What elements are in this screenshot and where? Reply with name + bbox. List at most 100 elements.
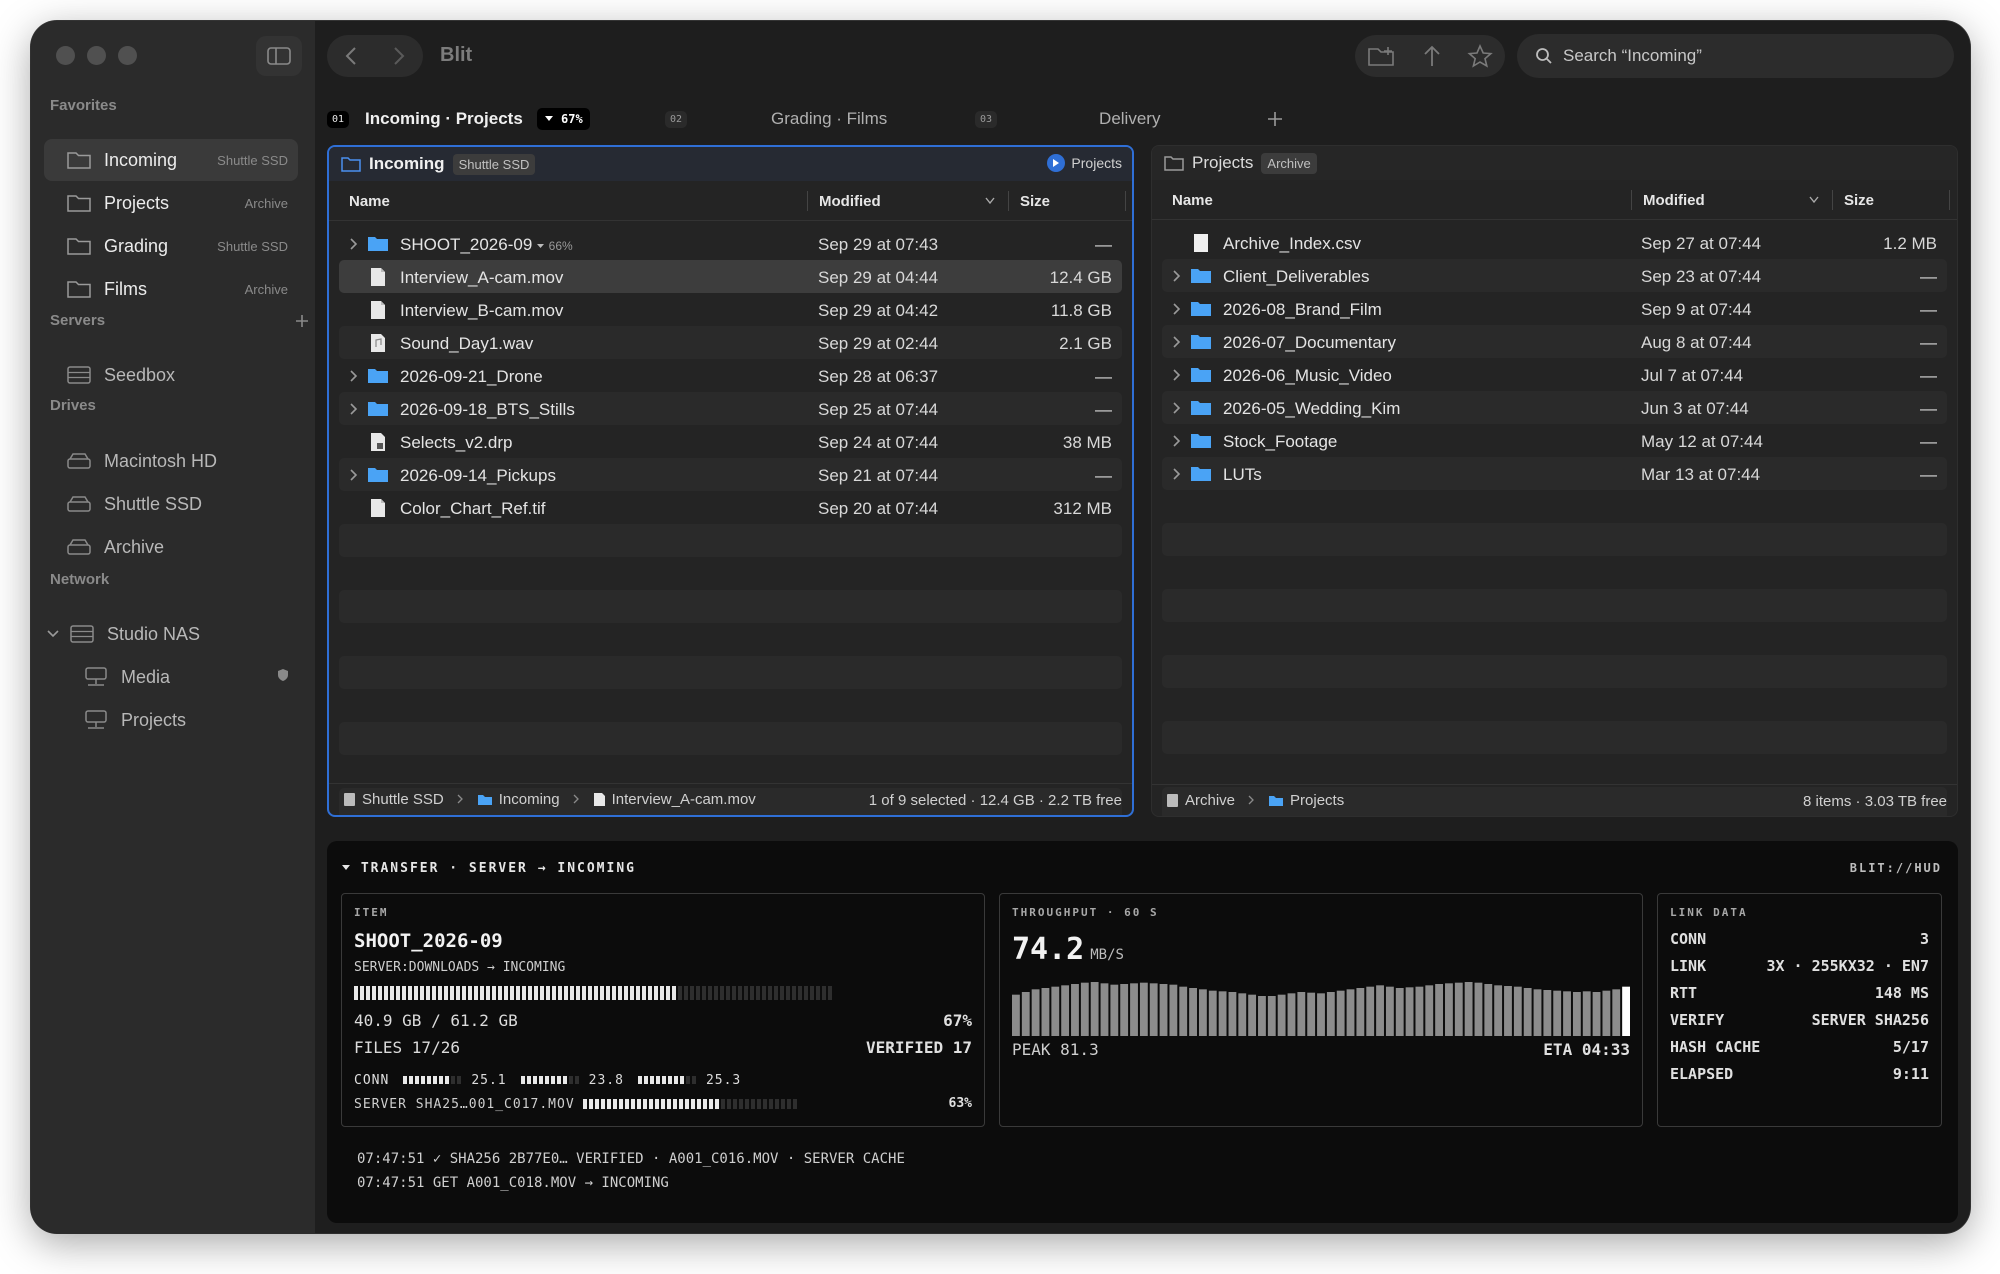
linked-pane-badge[interactable]: Projects	[1047, 154, 1122, 172]
star-icon[interactable]	[1467, 44, 1493, 68]
sidebar-toggle-button[interactable]	[256, 36, 302, 76]
table-row[interactable]: 2026-09-21_Drone Sep 28 at 06:37 —	[339, 359, 1122, 392]
current-file-strip: SERVER SHA25…001_C017.MOV	[354, 1096, 797, 1112]
table-row[interactable]: Stock_Footage May 12 at 07:44 —	[1162, 424, 1947, 457]
table-row[interactable]: 2026-09-14_Pickups Sep 21 at 07:44 —	[339, 458, 1122, 491]
table-row[interactable]: LUTs Mar 13 at 07:44 —	[1162, 457, 1947, 490]
table-row[interactable]: 2026-08_Brand_Film Sep 9 at 07:44 —	[1162, 292, 1947, 325]
column-modified[interactable]: Modified	[819, 193, 881, 210]
table-row[interactable]: Interview_A-cam.mov Sep 29 at 04:44 12.4 G…	[339, 260, 1122, 293]
breadcrumb-item[interactable]: Archive	[1166, 792, 1235, 809]
minimize-window-button[interactable]	[87, 46, 106, 65]
chevron-right-icon[interactable]	[349, 401, 359, 421]
chevron-right-icon[interactable]	[1172, 301, 1182, 321]
sidebar-item-incoming[interactable]: Incoming Shuttle SSD	[44, 139, 298, 181]
throughput-bar	[1425, 985, 1434, 1036]
conn-speed: 25.1	[471, 1072, 507, 1088]
throughput-bar	[1356, 988, 1365, 1036]
table-row[interactable]: SHOOT_2026-09 66% Sep 29 at 07:43 —	[339, 227, 1122, 260]
eject-icon[interactable]	[276, 668, 290, 687]
sidebar-item-seedbox[interactable]: Seedbox	[44, 354, 298, 396]
sidebar-item-share-media[interactable]: Media	[61, 656, 298, 698]
table-row[interactable]: Archive_Index.csv Sep 27 at 07:44 1.2 MB	[1162, 226, 1947, 259]
drive-icon	[66, 494, 92, 514]
sidebar-item-studio-nas[interactable]: Studio NAS	[31, 613, 285, 655]
sidebar-item-shuttle-ssd[interactable]: Shuttle SSD	[44, 483, 298, 525]
table-row[interactable]: Color_Chart_Ref.tif Sep 20 at 07:44 312 MB	[339, 491, 1122, 524]
table-row[interactable]: Selects_v2.drp Sep 24 at 07:44 38 MB	[339, 425, 1122, 458]
table-row[interactable]: 2026-05_Wedding_Kim Jun 3 at 07:44 —	[1162, 391, 1947, 424]
close-window-button[interactable]	[56, 46, 75, 65]
sidebar-item-films[interactable]: Films Archive	[44, 268, 298, 310]
sidebar-item-archive[interactable]: Archive	[44, 526, 298, 568]
chevron-right-icon[interactable]	[349, 236, 359, 256]
pane-header: Incoming Shuttle SSD Projects	[329, 147, 1132, 181]
sidebar-item-share-projects[interactable]: Projects	[61, 699, 298, 741]
chevron-right-icon[interactable]	[1172, 466, 1182, 486]
search-field[interactable]	[1517, 34, 1954, 78]
left-file-pane[interactable]: Incoming Shuttle SSD Projects Name Modif…	[327, 145, 1134, 817]
conn-label: CONN	[354, 1072, 390, 1088]
column-size[interactable]: Size	[1844, 192, 1874, 209]
breadcrumb-item[interactable]: Incoming	[477, 791, 560, 808]
sidebar-item-grading[interactable]: Grading Shuttle SSD	[44, 225, 298, 267]
hud-title-text: TRANSFER · SERVER → INCOMING	[360, 861, 636, 876]
column-size[interactable]: Size	[1020, 193, 1050, 210]
throughput-bar	[1061, 985, 1070, 1036]
table-row[interactable]: 2026-06_Music_Video Jul 7 at 07:44 —	[1162, 358, 1947, 391]
forward-icon[interactable]	[392, 46, 406, 66]
column-name[interactable]: Name	[349, 193, 390, 210]
chevron-right-icon[interactable]	[349, 368, 359, 388]
breadcrumb-item[interactable]: Interview_A-cam.mov	[593, 791, 756, 808]
chevron-right-icon[interactable]	[1172, 400, 1182, 420]
table-row[interactable]: Client_Deliverables Sep 23 at 07:44 —	[1162, 259, 1947, 292]
add-tab-icon[interactable]	[1267, 111, 1283, 127]
column-name[interactable]: Name	[1172, 192, 1213, 209]
conn-strip: CONN 25.1 23.8 25.3	[354, 1072, 741, 1088]
add-server-icon[interactable]	[295, 314, 309, 328]
table-row[interactable]: Interview_B-cam.mov Sep 29 at 04:42 11.8 G…	[339, 293, 1122, 326]
sort-chevron-icon[interactable]	[1809, 196, 1819, 204]
chevron-down-icon	[342, 865, 350, 870]
folder-icon	[1190, 332, 1212, 351]
new-folder-icon[interactable]	[1367, 44, 1397, 68]
sidebar-item-macintosh-hd[interactable]: Macintosh HD	[44, 440, 298, 482]
sidebar-item-projects[interactable]: Projects Archive	[44, 182, 298, 224]
chevron-right-icon[interactable]	[1172, 268, 1182, 288]
sort-chevron-icon[interactable]	[985, 197, 995, 205]
file-name: Archive_Index.csv	[1223, 234, 1361, 253]
breadcrumb-separator-icon	[573, 791, 580, 808]
chevron-right-icon[interactable]	[349, 467, 359, 487]
folder-progress: 66%	[536, 239, 573, 253]
empty-row	[339, 557, 1122, 590]
chevron-right-icon[interactable]	[1172, 367, 1182, 387]
throughput-eta: ETA 04:33	[1543, 1040, 1630, 1059]
file-size: —	[1920, 366, 1937, 385]
up-arrow-icon[interactable]	[1422, 44, 1442, 68]
throughput-bar	[1385, 986, 1394, 1036]
throughput-bar	[1317, 993, 1325, 1036]
column-modified[interactable]: Modified	[1643, 192, 1705, 209]
hud-title[interactable]: TRANSFER · SERVER → INCOMING	[341, 861, 636, 876]
search-input[interactable]	[1563, 46, 1943, 66]
tab-incoming-projects[interactable]: 01 Incoming · Projects 67%	[327, 101, 590, 137]
folder-icon	[1190, 431, 1212, 450]
table-row[interactable]: Sound_Day1.wav Sep 29 at 02:44 2.1 GB	[339, 326, 1122, 359]
right-file-pane[interactable]: Projects Archive Name Modified Size Arch…	[1151, 145, 1958, 817]
tab-delivery[interactable]: 03 Delivery	[975, 101, 1160, 137]
table-row[interactable]: 2026-07_Documentary Aug 8 at 07:44 —	[1162, 325, 1947, 358]
zoom-window-button[interactable]	[118, 46, 137, 65]
chevron-right-icon[interactable]	[1172, 334, 1182, 354]
back-icon[interactable]	[344, 46, 358, 66]
chevron-down-icon[interactable]	[47, 629, 59, 639]
tab-grading-films[interactable]: 02 Grading · Films	[665, 101, 887, 137]
empty-row	[339, 656, 1122, 689]
throughput-bar	[1139, 982, 1148, 1036]
breadcrumb-item[interactable]: Projects	[1268, 792, 1344, 809]
chevron-down-icon	[544, 116, 553, 121]
search-icon	[1536, 48, 1552, 64]
chevron-right-icon[interactable]	[1172, 433, 1182, 453]
link-data-value: 3	[1919, 930, 1929, 948]
breadcrumb-item[interactable]: Shuttle SSD	[343, 791, 444, 808]
table-row[interactable]: 2026-09-18_BTS_Stills Sep 25 at 07:44 —	[339, 392, 1122, 425]
